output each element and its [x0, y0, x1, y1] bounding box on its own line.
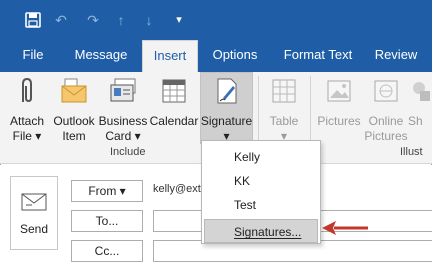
shapes-icon [410, 76, 432, 110]
calendar-icon [148, 76, 200, 110]
from-address: kelly@ext [153, 183, 201, 195]
signatures-manage-item[interactable]: Signatures... [204, 219, 318, 243]
tab-insert[interactable]: Insert [142, 40, 198, 73]
online-pictures-button[interactable]: Online Pictures [364, 74, 408, 144]
undo-icon[interactable]: ↶ [52, 12, 70, 28]
signature-item-kk[interactable]: KK [202, 169, 320, 193]
redo-icon[interactable]: ↷ [84, 12, 102, 28]
customize-icon[interactable]: ▾ [170, 12, 188, 28]
table-label: Table [269, 114, 299, 128]
to-button[interactable]: To... [71, 210, 143, 232]
online-picture-icon [364, 76, 408, 110]
signature-button[interactable]: Signature ▾ [200, 74, 253, 144]
outlook-item-button[interactable]: Outlook Item [52, 74, 96, 144]
business-card-label: Business [98, 114, 148, 128]
business-card-button[interactable]: Business Card ▾ [98, 74, 148, 144]
outlook-item-label: Outlook [53, 114, 95, 128]
signature-pen-icon [200, 76, 253, 110]
down-arrow-icon[interactable]: ↓ [140, 12, 158, 28]
pictures-label: Pictures [317, 114, 361, 128]
send-button[interactable]: Send [10, 176, 58, 250]
include-group-label: Include [110, 146, 146, 158]
attach-file-button[interactable]: Attach File ▾ [6, 74, 48, 144]
save-icon[interactable] [24, 12, 42, 28]
illustrations-group-label: Illust [400, 146, 423, 158]
business-card-label-2: Card ▾ [105, 129, 141, 143]
cc-button[interactable]: Cc... [71, 240, 143, 262]
signatures-manage-label: Signatures... [234, 225, 302, 239]
send-icon [11, 193, 57, 214]
attach-file-label-2: File ▾ [12, 129, 42, 143]
tab-message[interactable]: Message [68, 40, 134, 72]
shapes-label: Sh [408, 114, 423, 128]
calendar-button[interactable]: Calendar [148, 74, 200, 129]
from-label: From [88, 184, 117, 198]
business-card-icon [98, 76, 148, 110]
table-button[interactable]: Table ▾ [262, 74, 306, 144]
envelope-icon [52, 76, 96, 110]
signature-label: Signature [200, 114, 253, 128]
annotation-arrow-icon [322, 221, 368, 235]
signature-dropdown-menu: Kelly KK Test Signatures... [201, 140, 321, 244]
signature-item-kelly[interactable]: Kelly [202, 145, 320, 169]
paperclip-icon [6, 76, 48, 110]
tab-file[interactable]: File [14, 40, 52, 72]
shapes-button[interactable]: Sh [408, 74, 432, 129]
tab-options[interactable]: Options [204, 40, 266, 72]
pictures-button[interactable]: Pictures [314, 74, 364, 129]
calendar-label: Calendar [149, 114, 199, 128]
picture-icon [314, 76, 364, 110]
online-pictures-label-2: Pictures [364, 129, 408, 143]
signature-item-test[interactable]: Test [202, 193, 320, 217]
ribbon-tabs: File Message Insert Options Format Text … [0, 40, 432, 73]
from-button[interactable]: From ▾ [71, 180, 143, 202]
outlook-item-label-2: Item [62, 129, 86, 143]
table-icon [262, 76, 306, 110]
title-bar: ↶ ↷ ↑ ↓ ▾ [0, 0, 432, 40]
up-arrow-icon[interactable]: ↑ [112, 12, 130, 28]
tab-review[interactable]: Review [366, 40, 426, 72]
online-pictures-label: Online [368, 114, 404, 128]
send-label: Send [19, 222, 49, 236]
tab-format-text[interactable]: Format Text [274, 40, 362, 72]
from-dropdown-icon: ▾ [119, 184, 126, 198]
attach-file-label: Attach [9, 114, 45, 128]
